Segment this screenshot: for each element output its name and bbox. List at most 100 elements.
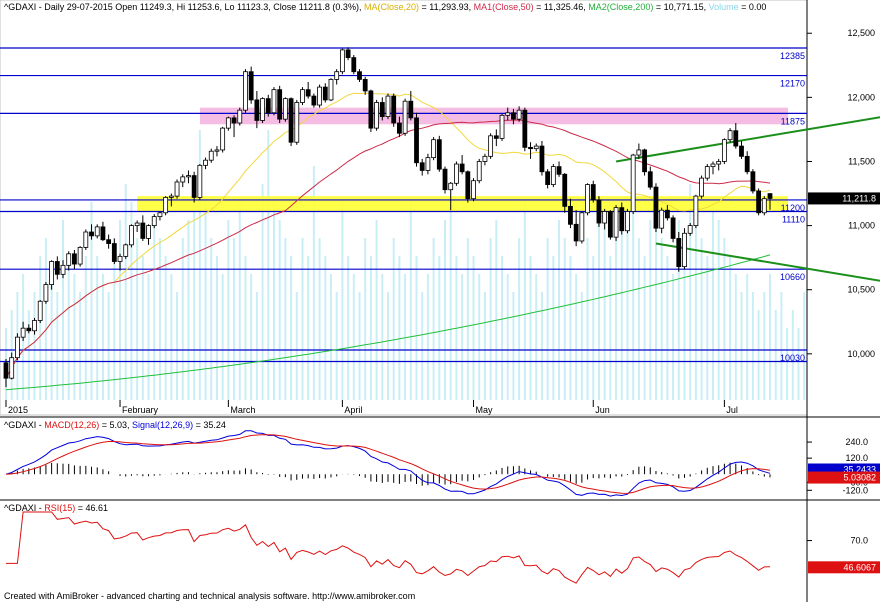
candle-down [248,71,254,101]
candle-up [721,139,727,162]
volume-bar [620,220,623,400]
volume-bar [44,238,47,400]
volume-bar [56,292,59,400]
candle-down [254,99,260,121]
candle-down [733,130,739,147]
candle-up [328,79,334,101]
volume-bar [181,238,184,400]
volume-bar [244,256,247,400]
candle-up [761,198,767,214]
volume-bar [193,184,196,400]
candle-up [208,150,214,161]
volume-bar [643,256,646,400]
volume-bar [432,238,435,400]
candle-down [596,199,602,224]
x-tick-label: Jul [726,405,738,415]
candle-up [203,159,208,166]
candle-up [129,225,134,246]
candle-up [117,255,123,262]
candle-down [305,89,311,97]
volume-bar [552,256,555,400]
volume-bar [318,238,321,400]
candle-up [385,95,391,117]
signal-value: = 35.24 [193,420,226,430]
chart-header: ^GDAXI - Daily 29-07-2015 Open 11249.3, … [4,2,766,12]
volume-bar [426,274,429,400]
ma50-value: = 11,325.46, [534,2,589,12]
volume-bar [301,238,304,400]
candle-up [659,209,665,229]
level-label: 11200 [781,203,805,213]
candle-down [619,207,625,232]
rsi-prefix: ^GDAXI - [4,503,44,513]
candle-up [716,161,722,165]
candle-up [214,149,220,152]
volume-bar [147,274,150,400]
candle-down [89,231,94,237]
volume-bar [227,220,230,400]
candle-down [357,71,362,80]
volume-bar [803,292,806,400]
candle-down [442,168,448,191]
candle-down [493,135,499,139]
volume-bar [392,238,395,400]
candle-up [220,127,226,151]
rsi-value: = 46.61 [75,503,108,513]
candle-up [9,357,15,379]
volume-bar [472,256,475,400]
volume-bar [158,238,161,400]
volume-bar [295,292,298,400]
level-label: 12385 [780,51,805,61]
volume-bar [672,274,675,400]
volume-bar [404,274,407,400]
candle-down [72,253,77,265]
volume-bar [375,220,378,400]
volume-bar [124,184,127,400]
candle-down [191,175,197,198]
level-label: 12170 [780,79,805,89]
macd-legend: MACD(12,26) [44,420,99,430]
candle-up [317,86,322,106]
candle-down [362,79,368,92]
candle-down [670,217,676,239]
candle-down [322,86,328,101]
volume-bar [489,238,492,400]
candle-up [448,182,454,191]
volume-bar [255,292,258,400]
volume-bar [290,256,293,400]
volume-bar [711,202,714,400]
candle-up [550,166,556,185]
candle-up [682,232,687,268]
candle-up [271,89,277,114]
signal-legend: Signal(12,26,9) [132,420,193,430]
volume-bar [324,256,327,400]
candle-down [607,211,613,238]
price-axis: 12,500 12,000 11,500 11,000 10,500 10,000 11,2… [807,28,880,359]
x-tick-label: Jun [595,405,610,415]
volume-bar [335,292,338,400]
volume-bar [483,292,486,400]
volume-bar [176,292,179,400]
candle-down [573,223,579,242]
candle-down [647,171,653,188]
volume-bar [569,256,572,400]
candle-up [613,207,619,238]
rsi-header: ^GDAXI - RSI(15) = 46.61 [4,503,108,513]
volume-bar [272,202,275,400]
candle-down [522,109,528,148]
rsi-legend: RSI(15) [44,503,75,513]
volume-bar [609,256,612,400]
candle-up [602,211,608,224]
x-tick-label: 2015 [8,405,28,415]
candle-up [636,149,642,156]
volume-bar [501,256,504,400]
volume-bar [518,238,521,400]
candle-up [579,212,585,242]
candle-up [699,177,704,197]
candle-down [26,327,32,332]
candle-up [499,114,505,139]
candle-up [630,154,636,212]
volume-bar [79,292,82,400]
volume-bar [164,256,167,400]
volume-bar [347,256,350,400]
